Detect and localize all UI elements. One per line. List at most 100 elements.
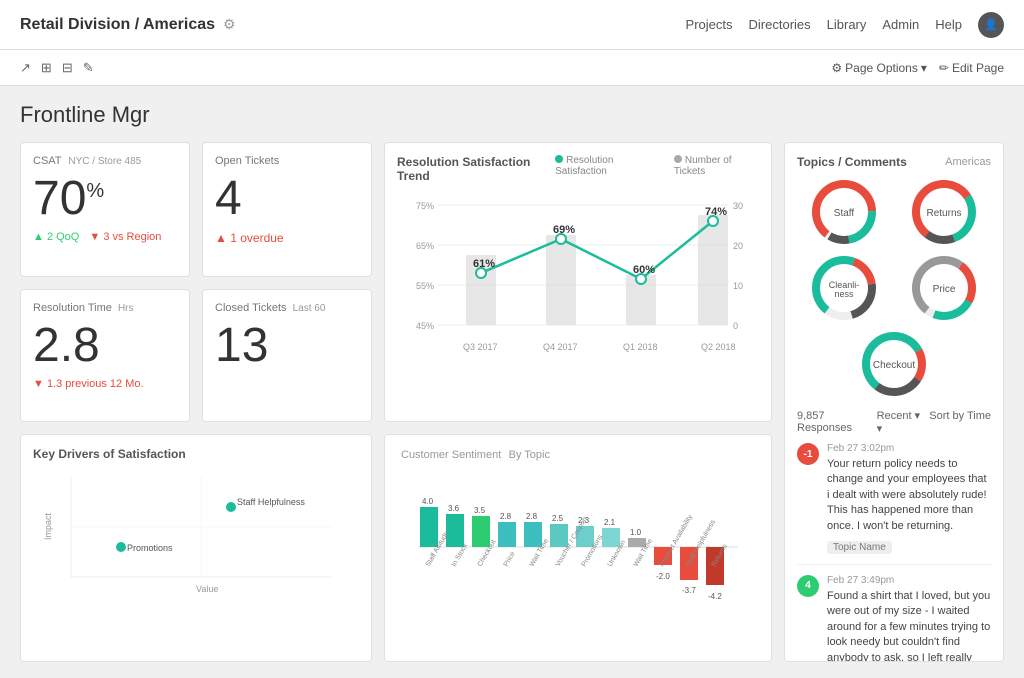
csat-value: 70% — [33, 175, 177, 223]
svg-text:Promotions: Promotions — [127, 543, 173, 553]
avatar[interactable]: 👤 — [978, 12, 1004, 38]
sentiment-card: Customer Sentiment By Topic — [384, 434, 772, 662]
resolution-trend-title: Resolution Satisfaction Trend — [397, 155, 555, 183]
key-drivers-title: Key Drivers of Satisfaction — [33, 447, 359, 461]
toolbar-right: ⚙ Page Options ▾ ✏ Edit Page — [831, 61, 1004, 75]
resolution-trend-card: Resolution Satisfaction Trend Resolution… — [384, 142, 772, 422]
closed-tickets-card: Closed Tickets Last 60 13 — [202, 289, 372, 422]
open-tickets-label: Open Tickets — [215, 155, 359, 167]
nav-projects[interactable]: Projects — [686, 17, 733, 32]
comment-content: Feb 27 3:02pm Your return policy needs t… — [827, 443, 991, 554]
svg-text:Returns: Returns — [926, 208, 961, 219]
open-tickets-card: Open Tickets 4 ▲ 1 overdue — [202, 142, 372, 277]
resolution-time-sublabel: Hrs — [118, 303, 134, 314]
closed-tickets-sublabel: Last 60 — [293, 303, 326, 314]
svg-text:3.6: 3.6 — [448, 504, 460, 513]
svg-text:1.0: 1.0 — [630, 528, 642, 537]
export-icon[interactable]: ⊟ — [62, 60, 73, 76]
svg-text:65%: 65% — [416, 241, 434, 251]
svg-text:Q4 2017: Q4 2017 — [543, 342, 578, 352]
donut-returns: Returns — [897, 177, 991, 247]
csat-card: CSAT NYC / Store 485 70% ▲ 2 QoQ ▼ 3 vs … — [20, 142, 190, 277]
share-icon[interactable]: ↗ — [20, 60, 31, 76]
top-bar-nav: Projects Directories Library Admin Help … — [686, 12, 1004, 38]
resolution-time-value: 2.8 — [33, 322, 177, 370]
page-options-button[interactable]: ⚙ Page Options ▾ — [831, 61, 927, 75]
resolution-svg: 75% 65% 55% 45% 30 20 10 0 — [397, 195, 759, 365]
svg-text:2.8: 2.8 — [526, 512, 538, 521]
comment-date: Feb 27 3:49pm — [827, 575, 991, 586]
svg-text:0: 0 — [733, 321, 738, 331]
copy-icon[interactable]: ⊞ — [41, 60, 52, 76]
svg-text:Impact: Impact — [43, 512, 53, 540]
chevron-down-icon: ▾ — [921, 61, 927, 75]
csat-label: CSAT NYC / Store 485 — [33, 155, 177, 167]
resolution-time-card: Resolution Time Hrs 2.8 ▼ 1.3 previous 1… — [20, 289, 190, 422]
svg-text:61%: 61% — [473, 258, 495, 270]
svg-text:60%: 60% — [633, 264, 655, 276]
svg-text:45%: 45% — [416, 321, 434, 331]
svg-text:2.8: 2.8 — [500, 512, 512, 521]
svg-text:Value: Value — [196, 584, 218, 594]
svg-text:Q1 2018: Q1 2018 — [623, 342, 658, 352]
donut-checkout: Checkout — [859, 329, 929, 399]
comment-date: Feb 27 3:02pm — [827, 443, 991, 454]
svg-text:3.5: 3.5 — [474, 506, 486, 515]
sentiment-title: Customer Sentiment By Topic — [397, 447, 759, 461]
csat-region: ▼ 3 vs Region — [89, 231, 161, 243]
page-title: Frontline Mgr — [20, 102, 1004, 128]
resolution-time-prev: ▼ 1.3 previous 12 Mo. — [33, 378, 177, 390]
topics-header: Topics / Comments Americas — [797, 155, 991, 169]
resolution-time-label: Resolution Time Hrs — [33, 302, 177, 314]
closed-tickets-label: Closed Tickets Last 60 — [215, 302, 359, 314]
donut-cleanliness: Cleanli- ness — [797, 253, 891, 323]
svg-text:-2.0: -2.0 — [656, 572, 670, 581]
topics-title: Topics / Comments — [797, 155, 907, 169]
open-tickets-value: 4 — [215, 175, 359, 223]
svg-text:30: 30 — [733, 201, 743, 211]
svg-text:2.5: 2.5 — [552, 514, 564, 523]
comment-text: Found a shirt that I loved, but you were… — [827, 589, 991, 662]
key-drivers-card: Key Drivers of Satisfaction Value Impact… — [20, 434, 372, 662]
topics-card: Topics / Comments Americas Staff — [784, 142, 1004, 662]
comment-item: -1 Feb 27 3:02pm Your return policy need… — [797, 443, 991, 565]
toolbar-actions: ↗ ⊞ ⊟ ✎ — [20, 60, 94, 76]
responses-bar: 9,857 Responses Recent ▾ Sort by Time ▾ — [797, 409, 991, 435]
comment-badge-neg: -1 — [797, 443, 819, 465]
top-bar-left: Retail Division / Americas ⚙ — [20, 16, 236, 34]
svg-text:-3.7: -3.7 — [682, 586, 696, 595]
toolbar: ↗ ⊞ ⊟ ✎ ⚙ Page Options ▾ ✏ Edit Page — [0, 50, 1024, 86]
nav-directories[interactable]: Directories — [749, 17, 811, 32]
csat-metrics: ▲ 2 QoQ ▼ 3 vs Region — [33, 231, 177, 243]
comment-item: 4 Feb 27 3:49pm Found a shirt that I lov… — [797, 575, 991, 662]
svg-text:55%: 55% — [416, 281, 434, 291]
overdue-label: ▲ 1 overdue — [215, 231, 359, 245]
svg-text:Price: Price — [933, 284, 956, 295]
edit-page-button[interactable]: ✏ Edit Page — [939, 61, 1004, 75]
edit-icon[interactable]: ✎ — [83, 60, 94, 76]
closed-tickets-value: 13 — [215, 322, 359, 370]
sentiment-chart: 4.0 3.6 3.5 2.8 2.8 2.5 2.3 2.1 1.0 -2.0… — [397, 467, 759, 630]
nav-admin[interactable]: Admin — [882, 17, 919, 32]
svg-text:4.0: 4.0 — [422, 497, 434, 506]
csat-sublabel: NYC / Store 485 — [68, 156, 141, 167]
nav-library[interactable]: Library — [827, 17, 867, 32]
main-area: Frontline Mgr CSAT NYC / Store 485 70% ▲… — [0, 86, 1024, 678]
svg-text:Staff: Staff — [834, 208, 855, 219]
page-breadcrumb: Retail Division / Americas — [20, 16, 215, 34]
svg-text:Checkout: Checkout — [873, 360, 915, 371]
svg-text:2.1: 2.1 — [604, 518, 616, 527]
svg-text:-4.2: -4.2 — [708, 592, 722, 601]
comment-content: Feb 27 3:49pm Found a shirt that I loved… — [827, 575, 991, 662]
responses-count: 9,857 Responses — [797, 410, 877, 434]
svg-text:69%: 69% — [553, 224, 575, 236]
svg-text:Price: Price — [503, 551, 517, 568]
donut-price: Price — [897, 253, 991, 323]
chart-legend: Resolution Satisfaction Number of Ticket… — [555, 155, 759, 177]
nav-help[interactable]: Help — [935, 17, 962, 32]
dashboard-grid: CSAT NYC / Store 485 70% ▲ 2 QoQ ▼ 3 vs … — [20, 142, 1004, 662]
topic-tag[interactable]: Topic Name — [827, 541, 892, 554]
top-bar: Retail Division / Americas ⚙ Projects Di… — [0, 0, 1024, 50]
svg-text:ness: ness — [834, 289, 854, 299]
settings-icon[interactable]: ⚙ — [223, 16, 236, 33]
